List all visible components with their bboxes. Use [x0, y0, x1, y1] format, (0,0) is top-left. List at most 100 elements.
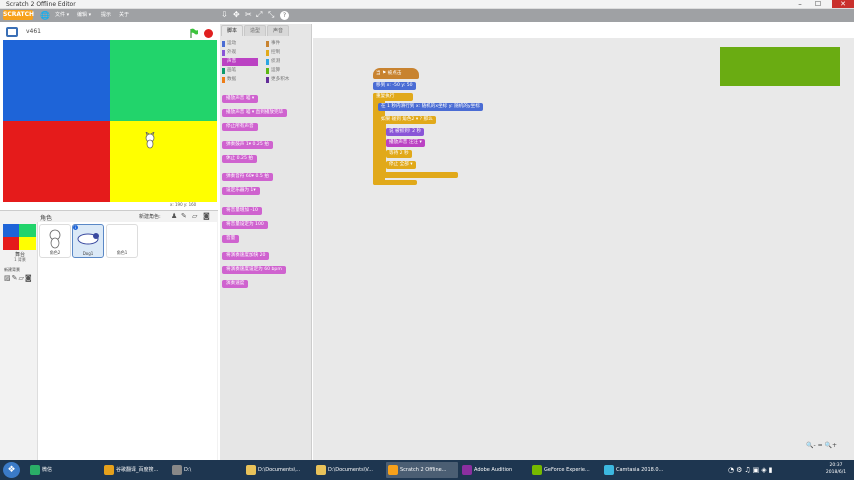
category-6[interactable]: 画笔: [222, 67, 258, 75]
cat-sprite[interactable]: [143, 131, 157, 150]
shrink-icon[interactable]: ⤡: [268, 10, 274, 20]
palette-block[interactable]: 播放声音 喵 ▾: [222, 95, 259, 103]
palette-block[interactable]: 休止 0.25 拍: [222, 155, 257, 163]
stop-icon[interactable]: [204, 29, 213, 38]
paint-sprite-icon[interactable]: ✎: [181, 212, 187, 220]
palette-block[interactable]: 演奏速度: [222, 280, 249, 288]
app-icon: [388, 465, 398, 475]
app-icon: [30, 465, 40, 475]
palette-block[interactable]: 将音量增加 -10: [222, 207, 262, 215]
category-7[interactable]: 运算: [266, 67, 302, 75]
category-label: 运算: [271, 68, 281, 73]
zoom-in-icon[interactable]: 🔍+: [825, 442, 838, 449]
category-9[interactable]: 更多积木: [266, 76, 302, 84]
palette-block[interactable]: 弹奏鼓声 1▾ 0.25 拍: [222, 141, 273, 149]
zoom-controls[interactable]: 🔍- = 🔍+: [806, 442, 837, 449]
category-4[interactable]: 声音: [222, 58, 258, 66]
category-swatch: [222, 50, 225, 56]
script-area[interactable]: [313, 38, 854, 460]
category-label: 数据: [227, 77, 237, 82]
stage[interactable]: [3, 40, 217, 202]
category-0[interactable]: 运动: [222, 40, 258, 48]
sprite-tile-1[interactable]: 角色1: [106, 224, 138, 258]
taskbar-item[interactable]: D:\: [170, 462, 242, 478]
sprite-tile-2[interactable]: 角色2: [39, 224, 71, 258]
window-title: Scratch 2 Offline Editor: [6, 1, 76, 8]
if-block[interactable]: 如果 碰到 角色2 ▾ ? 那么: [378, 116, 436, 124]
palette-block[interactable]: 将演奏速度加快 20: [222, 252, 270, 260]
taskbar-item[interactable]: Adobe Audition: [460, 462, 528, 478]
category-5[interactable]: 侦测: [266, 58, 302, 66]
palette-block[interactable]: 停止所有声音: [222, 123, 258, 131]
category-1[interactable]: 事件: [266, 40, 302, 48]
sprite-name: 角色1: [116, 250, 128, 255]
category-2[interactable]: 外观: [222, 49, 258, 57]
duplicate-icon[interactable]: ✥: [233, 10, 240, 20]
play-sound-block[interactable]: 播放声音 汪汪 ▾: [386, 139, 425, 147]
taskbar-item[interactable]: Scratch 2 Offline...: [386, 462, 458, 478]
menu-edit[interactable]: 编辑 ▾: [77, 11, 91, 18]
fullscreen-icon[interactable]: [6, 27, 18, 37]
goto-block[interactable]: 移到 x: -50 y: 50: [373, 82, 416, 90]
category-label: 声音: [227, 59, 237, 64]
palette-block[interactable]: 设定乐器为 1▾: [222, 187, 260, 195]
taskbar-item[interactable]: Camtasia 2018.0...: [602, 462, 668, 478]
menu-tips[interactable]: 提示: [101, 11, 111, 18]
sprite-tile-dog1[interactable]: i Dog1: [72, 224, 104, 258]
new-sprite-label: 新建角色:: [139, 214, 161, 220]
palette-block[interactable]: 弹奏音符 60▾ 0.5 拍: [222, 173, 273, 181]
grow-icon[interactable]: ⤢: [256, 10, 262, 20]
help-icon[interactable]: ?: [280, 11, 289, 20]
taskbar-item-label: 微信: [42, 467, 53, 473]
clock-time: 20:37: [829, 463, 843, 468]
new-backdrop-icons[interactable]: ▨✎▱◙: [4, 274, 33, 282]
taskbar-item[interactable]: D:\Documents\V...: [314, 462, 384, 478]
sprites-header: 角色: [40, 215, 53, 222]
glide-block[interactable]: 在 1 秒内滑行到 x: 随机的x坐标 y: 随机的y坐标: [378, 103, 483, 111]
taskbar-item[interactable]: D:\Documents\...: [244, 462, 312, 478]
tray-icons[interactable]: ◔⚙♫▣◈▮: [728, 466, 775, 474]
app-icon: [104, 465, 114, 475]
palette-block[interactable]: 播放声音 喵 ▾ 直到播放完毕: [222, 109, 288, 117]
tab-sounds[interactable]: 声音: [267, 25, 289, 36]
category-8[interactable]: 数据: [222, 76, 258, 84]
tab-scripts[interactable]: 脚本: [221, 25, 243, 36]
zoom-out-icon[interactable]: 🔍-: [806, 442, 816, 449]
start-button[interactable]: ❖: [3, 462, 20, 478]
say-block[interactable]: 说 被抓到! 2 秒: [386, 128, 425, 136]
taskbar-item[interactable]: 微信: [28, 462, 98, 478]
stop-block[interactable]: 停止 全部 ▾: [386, 161, 416, 169]
backpack-panel[interactable]: [720, 47, 840, 86]
tab-costumes[interactable]: 造型: [244, 25, 266, 36]
maximize-button[interactable]: ☐: [810, 0, 826, 8]
taskbar-item-label: Camtasia 2018.0...: [616, 467, 664, 473]
when-flag-block[interactable]: 当 ⚑ 被点击: [373, 68, 419, 79]
minimize-button[interactable]: –: [792, 0, 808, 8]
info-icon[interactable]: i: [73, 225, 78, 230]
category-label: 控制: [271, 50, 281, 55]
green-flag-icon[interactable]: [190, 28, 199, 38]
menu-about[interactable]: 关于: [119, 11, 129, 18]
app-icon: [172, 465, 182, 475]
category-3[interactable]: 控制: [266, 49, 302, 57]
clock[interactable]: 20:37 2018/6/1: [820, 462, 852, 476]
palette-block[interactable]: 音量: [222, 235, 240, 243]
camera-icon[interactable]: ◙: [203, 212, 210, 220]
taskbar-item[interactable]: GeForce Experie...: [530, 462, 600, 478]
app-icon: [246, 465, 256, 475]
stage-thumbnail[interactable]: [3, 224, 36, 250]
wait-block[interactable]: 等待 2 秒: [386, 150, 412, 158]
forever-block[interactable]: 重复执行: [373, 93, 413, 101]
category-swatch: [222, 41, 225, 47]
download-icon[interactable]: ⇩: [221, 10, 228, 20]
taskbar-item[interactable]: 谷歌翻译_百度搜...: [102, 462, 168, 478]
upload-sprite-icon[interactable]: ▱: [192, 212, 197, 220]
palette-block[interactable]: 将演奏速度设定为 60 bpm: [222, 266, 286, 274]
choose-sprite-icon[interactable]: ♟: [171, 212, 177, 220]
menu-file[interactable]: 文件 ▾: [55, 11, 69, 18]
zoom-reset-icon[interactable]: =: [818, 442, 823, 449]
close-button[interactable]: ✕: [832, 0, 854, 8]
scissors-icon[interactable]: ✂: [245, 10, 252, 20]
globe-icon[interactable]: 🌐: [40, 11, 50, 20]
palette-block[interactable]: 将音量设定为 100: [222, 221, 268, 229]
